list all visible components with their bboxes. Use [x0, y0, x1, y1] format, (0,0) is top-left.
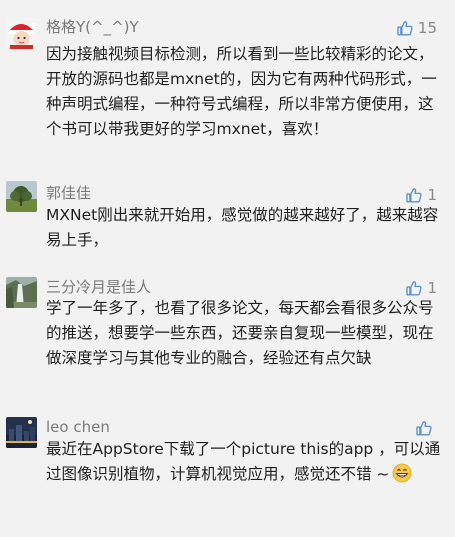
like-button[interactable]: 15	[396, 18, 437, 38]
comment-text: MXNet刚出来就开始用，感觉做的越来越好了，越来越容易上手，	[46, 206, 439, 249]
like-button[interactable]	[415, 418, 437, 438]
comment-text: 因为接触视频目标检测，所以看到一些比较精彩的论文，开放的源码也都是mxnet的，…	[46, 45, 437, 138]
commenter-name[interactable]: leo chen	[46, 418, 110, 436]
commenter-name[interactable]: 三分冷月是佳人	[46, 278, 151, 296]
like-button[interactable]: 1	[405, 278, 437, 298]
commenter-name[interactable]: 格格Y(^_^)Y	[46, 18, 139, 36]
christmas-girl-avatar[interactable]	[6, 18, 37, 49]
thumbs-up-icon	[406, 281, 423, 296]
comment-text: 学了一年多了，也看了很多论文，每天都会看很多公众号的推送，想要学一些东西，还要亲…	[46, 299, 434, 367]
comment-text-block: 最近在AppStore下载了一个picture this的app ，可以通过图像…	[46, 437, 444, 491]
grinning-emoji-icon	[392, 463, 412, 491]
like-count: 15	[417, 19, 437, 37]
like-button[interactable]: 1	[405, 185, 437, 205]
tree-landscape-avatar[interactable]	[6, 181, 37, 212]
city-night-avatar[interactable]	[6, 417, 37, 448]
like-count: 1	[427, 186, 437, 204]
thumbs-up-icon	[416, 421, 432, 436]
like-count: 1	[427, 279, 437, 297]
waterfall-landscape-avatar[interactable]	[6, 277, 37, 308]
commenter-name[interactable]: 郭佳佳	[46, 184, 91, 202]
thumbs-up-icon	[397, 21, 413, 36]
thumbs-up-icon	[406, 188, 423, 203]
comment-text: 最近在AppStore下载了一个picture this的app ，可以通过图像…	[46, 440, 441, 483]
